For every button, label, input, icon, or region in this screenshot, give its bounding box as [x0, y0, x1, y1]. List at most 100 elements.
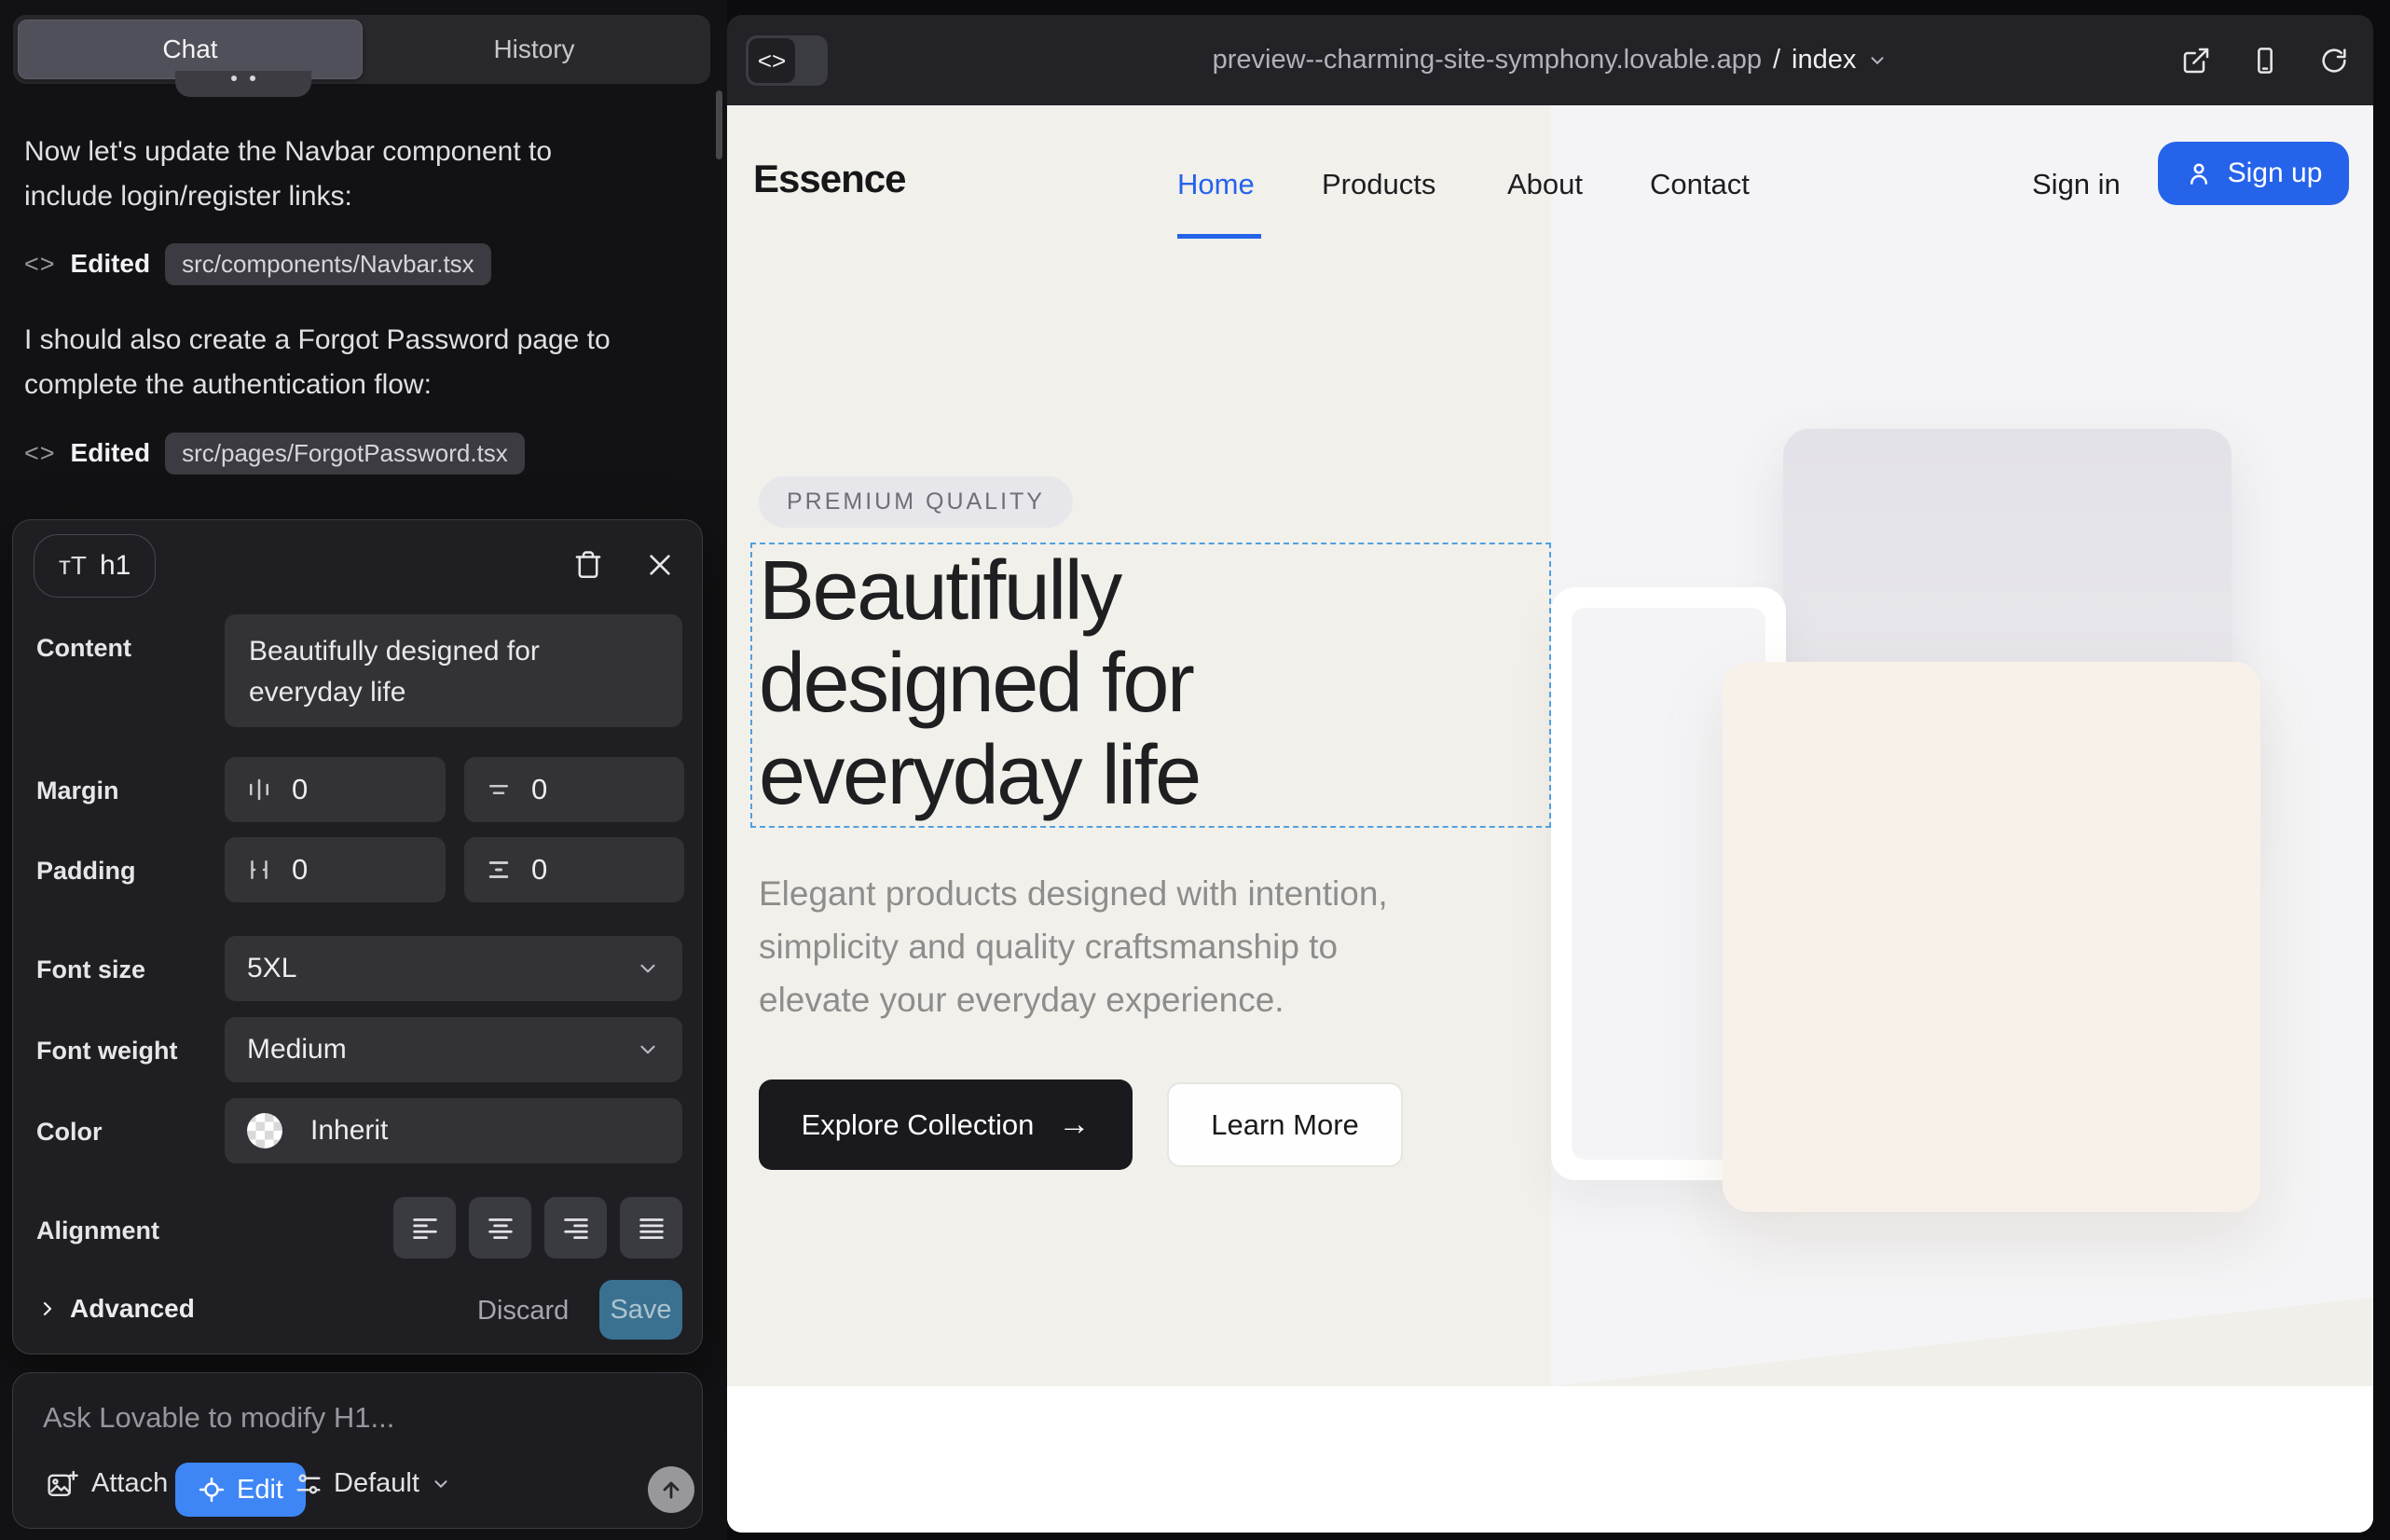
assistant-message: Now let's update the Navbar component to… — [24, 130, 686, 219]
advanced-label: Advanced — [70, 1294, 195, 1324]
margin-y-input[interactable]: 0 — [464, 757, 684, 822]
chat-panel: Chat History Now let's update the Navbar… — [0, 0, 727, 1540]
hero-paragraph: Elegant products designed with intention… — [759, 867, 1388, 1026]
arrow-up-icon — [658, 1477, 684, 1503]
file-chip[interactable]: src/pages/ForgotPassword.tsx — [165, 433, 525, 474]
target-icon — [198, 1476, 226, 1504]
mode-label: Default — [334, 1468, 419, 1499]
align-center-icon — [485, 1212, 516, 1244]
edited-label: Edited — [71, 438, 151, 468]
url-domain: preview--charming-site-symphony.lovable.… — [1213, 45, 1762, 76]
color-select[interactable]: Inherit — [225, 1098, 682, 1163]
chat-history-tabs: Chat History — [13, 15, 710, 84]
smartphone-icon — [2250, 46, 2280, 76]
user-icon — [2185, 159, 2213, 187]
edited-label: Edited — [71, 249, 151, 279]
margin-x-input[interactable]: 0 — [225, 757, 446, 822]
chevron-down-icon — [636, 1038, 660, 1062]
attach-label: Attach — [91, 1468, 168, 1499]
margin-y-value: 0 — [531, 773, 547, 806]
sign-in-link[interactable]: Sign in — [2032, 168, 2121, 201]
message-line: include login/register links: — [24, 181, 352, 212]
message-line: complete the authentication flow: — [24, 369, 432, 400]
padding-label: Padding — [36, 857, 136, 886]
font-weight-select[interactable]: Medium — [225, 1017, 682, 1082]
font-size-select[interactable]: 5XL — [225, 936, 682, 1001]
align-left-button[interactable] — [393, 1197, 456, 1258]
chevron-down-icon — [431, 1474, 451, 1494]
font-size-value: 5XL — [247, 953, 296, 984]
padding-x-value: 0 — [292, 853, 308, 887]
attach-image-icon — [47, 1469, 78, 1499]
url-bar[interactable]: preview--charming-site-symphony.lovable.… — [727, 15, 2373, 105]
mobile-view-button[interactable] — [2245, 40, 2286, 81]
element-editor-panel: тT h1 Content Beautifully designed for e… — [12, 519, 703, 1354]
code-icon: <> — [24, 250, 56, 279]
hero-paragraph-line: Elegant products designed with intention… — [759, 867, 1388, 920]
open-in-new-tab-button[interactable] — [2176, 40, 2217, 81]
edit-label: Edit — [237, 1475, 283, 1506]
align-justify-button[interactable] — [620, 1197, 682, 1258]
align-right-button[interactable] — [544, 1197, 607, 1258]
refresh-icon — [2319, 46, 2349, 76]
margin-label: Margin — [36, 777, 119, 805]
save-button[interactable]: Save — [599, 1280, 682, 1340]
nav-active-underline — [1177, 234, 1261, 239]
send-button[interactable] — [648, 1466, 694, 1513]
composer-input[interactable] — [43, 1394, 649, 1442]
hero-heading-line: Beautifully — [759, 545, 1200, 638]
premium-quality-badge: PREMIUM QUALITY — [759, 476, 1073, 528]
edit-mode-button[interactable]: Edit — [175, 1463, 306, 1517]
sign-up-label: Sign up — [2228, 158, 2323, 189]
delete-element-button[interactable] — [568, 544, 609, 585]
refresh-button[interactable] — [2314, 40, 2355, 81]
chat-scrollbar[interactable] — [716, 90, 722, 159]
color-value: Inherit — [310, 1115, 388, 1147]
content-textarea[interactable]: Beautifully designed for everyday life — [225, 614, 682, 727]
url-page: index — [1792, 45, 1856, 76]
code-icon: <> — [24, 439, 56, 468]
align-center-button[interactable] — [469, 1197, 531, 1258]
padding-horizontal-icon — [245, 856, 273, 884]
nav-link-products[interactable]: Products — [1322, 168, 1435, 201]
learn-more-button[interactable]: Learn More — [1167, 1082, 1403, 1167]
site-page: Essence Home Products About Contact Sign… — [727, 105, 2373, 1533]
hero-heading[interactable]: Beautifully designed for everyday life — [759, 545, 1200, 822]
element-tag-pill[interactable]: тT h1 — [34, 534, 156, 598]
site-logo[interactable]: Essence — [753, 157, 905, 201]
truncated-chip — [175, 71, 311, 97]
mode-selector[interactable]: Default — [295, 1468, 451, 1499]
nav-link-home[interactable]: Home — [1177, 168, 1255, 201]
tab-history[interactable]: History — [363, 20, 706, 79]
hero-heading-line: everyday life — [759, 730, 1200, 822]
message-line: I should also create a Forgot Password p… — [24, 324, 611, 355]
color-label: Color — [36, 1118, 103, 1147]
hero-paragraph-line: simplicity and quality craftsmanship to — [759, 920, 1388, 973]
explore-collection-button[interactable]: Explore Collection → — [759, 1079, 1133, 1170]
hero-paragraph-line: elevate your everyday experience. — [759, 973, 1388, 1026]
assistant-message: I should also create a Forgot Password p… — [24, 318, 686, 407]
decor-card-cream — [1723, 662, 2260, 1212]
preview-window: <> preview--charming-site-symphony.lovab… — [727, 15, 2373, 1533]
padding-y-input[interactable]: 0 — [464, 837, 684, 902]
discard-button[interactable]: Discard — [477, 1296, 569, 1327]
file-chip[interactable]: src/components/Navbar.tsx — [165, 243, 491, 285]
advanced-toggle[interactable]: Advanced — [36, 1294, 195, 1324]
typography-icon: тT — [59, 551, 87, 581]
chevron-down-icon — [1867, 50, 1888, 71]
close-editor-button[interactable] — [639, 544, 680, 585]
hero-heading-line: designed for — [759, 638, 1200, 730]
nav-link-about[interactable]: About — [1507, 168, 1583, 201]
nav-link-contact[interactable]: Contact — [1650, 168, 1750, 201]
attach-button[interactable]: Attach — [47, 1468, 168, 1499]
align-left-icon — [409, 1212, 441, 1244]
close-icon — [645, 550, 675, 580]
explore-collection-label: Explore Collection — [802, 1108, 1035, 1142]
preview-header-actions — [2176, 15, 2355, 105]
sign-up-button[interactable]: Sign up — [2158, 142, 2349, 205]
padding-x-input[interactable]: 0 — [225, 837, 446, 902]
padding-y-value: 0 — [531, 853, 547, 887]
element-tag-name: h1 — [100, 550, 130, 582]
section-below-hero — [727, 1386, 2373, 1533]
url-separator: / — [1773, 45, 1780, 76]
